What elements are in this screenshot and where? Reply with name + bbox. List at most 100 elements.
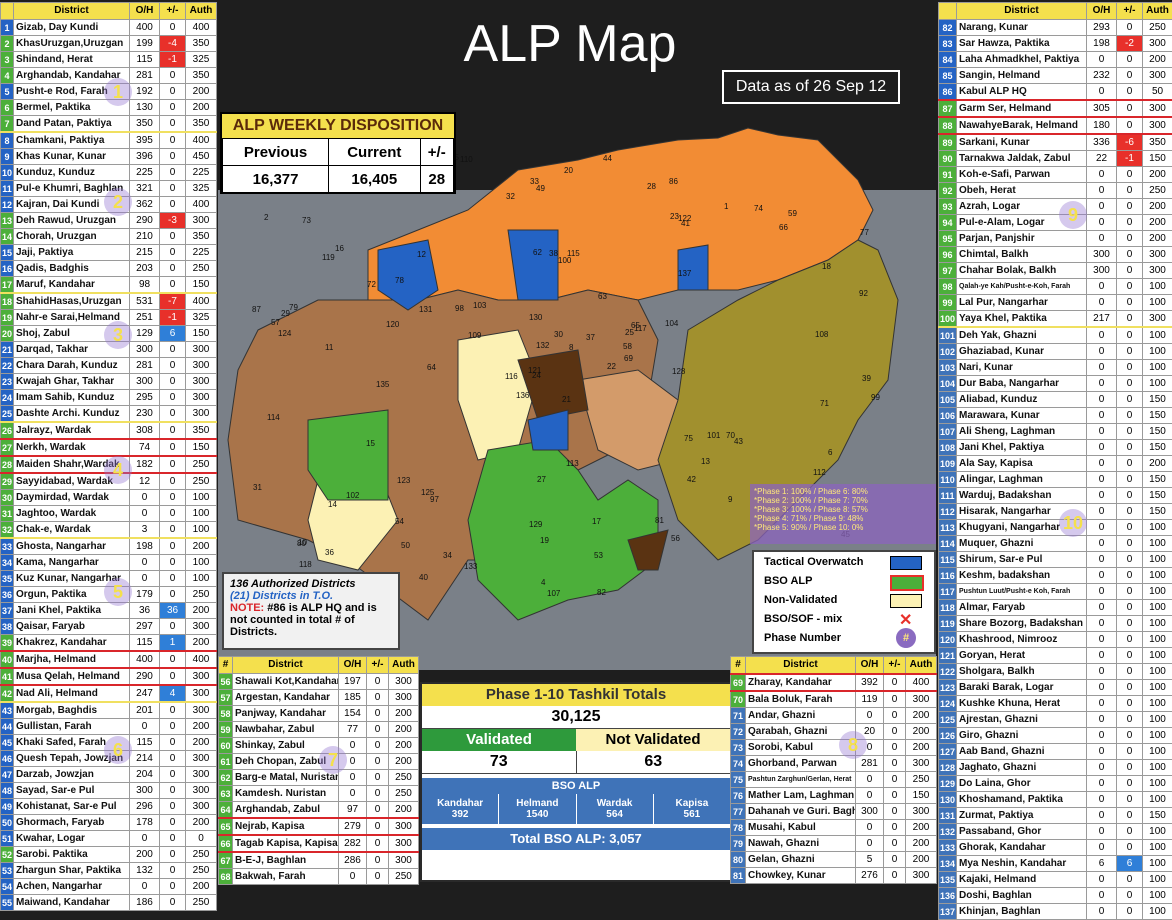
- district-name: Aab Band, Ghazni: [957, 744, 1087, 760]
- change-value: 0: [160, 571, 186, 587]
- district-name: NawahyeBarak, Helmand: [957, 117, 1087, 134]
- map-district-label: 54: [395, 517, 404, 526]
- map-district-label: 23: [670, 212, 679, 221]
- authorized-value: 250: [186, 587, 217, 603]
- table-row: 31Jaghtoo, Wardak00100: [1, 506, 217, 522]
- table-row: 127Aab Band, Ghazni00100: [939, 744, 1172, 760]
- change-value: 0: [1117, 327, 1143, 344]
- table-row: 26Jalrayz, Wardak3080350: [1, 422, 217, 439]
- district-number: 127: [939, 744, 957, 760]
- region-west-green: [308, 410, 388, 500]
- district-number: 67: [219, 852, 233, 869]
- on-hand-value: 281: [130, 358, 160, 374]
- authorized-value: 250: [1143, 183, 1172, 199]
- on-hand-value: 0: [856, 820, 884, 836]
- change-value: 0: [367, 770, 389, 786]
- district-name: Chahar Bolak, Balkh: [957, 263, 1087, 279]
- table-row: 90Tarnakwa Jaldak, Zabul22-1150: [939, 151, 1172, 167]
- on-hand-value: 0: [1087, 600, 1117, 616]
- district-name: Share Bozorg, Badakshan: [957, 616, 1087, 632]
- district-name: Do Laina, Ghor: [957, 776, 1087, 792]
- change-value: 0: [160, 538, 186, 555]
- not-validated-label: Not Validated: [576, 729, 730, 751]
- change-value: 0: [1117, 824, 1143, 840]
- authorized-value: 200: [186, 719, 217, 735]
- on-hand-value: 295: [130, 390, 160, 406]
- change-value: 0: [160, 506, 186, 522]
- change-value: 0: [160, 799, 186, 815]
- district-number: 107: [939, 424, 957, 440]
- on-hand-value: 396: [130, 149, 160, 165]
- district-number: 3: [1, 52, 14, 68]
- table-row: 123Baraki Barak, Logar00100: [939, 680, 1172, 696]
- authorized-value: 150: [1143, 488, 1172, 504]
- authorized-value: 150: [186, 326, 217, 342]
- on-hand-value: 531: [130, 293, 160, 310]
- table-row: 57Argestan, Kandahar1850300: [219, 690, 419, 706]
- change-value: 0: [1117, 84, 1143, 101]
- district-name: Qarabah, Ghazni: [746, 724, 856, 740]
- change-value: 0: [160, 473, 186, 490]
- province-value: 392: [422, 809, 498, 820]
- change-value: 0: [1117, 696, 1143, 712]
- authorized-value: 300: [1143, 247, 1172, 263]
- table-row: 95Parjan, Panjshir00200: [939, 231, 1172, 247]
- district-name: Chara Darah, Kunduz: [14, 358, 130, 374]
- table-row: 40Marjha, Helmand4000400: [1, 651, 217, 668]
- on-hand-value: 0: [1087, 440, 1117, 456]
- change-value: 0: [160, 522, 186, 539]
- on-hand-value: 0: [1087, 52, 1117, 68]
- authorized-value: 350: [186, 116, 217, 133]
- table-row: 73Sorobi, Kabul00200: [731, 740, 937, 756]
- table-row: 53Zhargun Shar, Paktika1320250: [1, 863, 217, 879]
- authorized-value: 300: [906, 691, 937, 708]
- on-hand-value: 197: [339, 674, 367, 690]
- district-name: Kabul ALP HQ: [957, 84, 1087, 101]
- change-value: 0: [367, 690, 389, 706]
- table-row: 60Shinkay, Zabul00200: [219, 738, 419, 754]
- authorized-value: 400: [186, 197, 217, 213]
- change-value: 0: [367, 802, 389, 819]
- delta-label: +/-: [420, 139, 454, 166]
- change-value: 0: [1117, 520, 1143, 536]
- change-value: 0: [160, 132, 186, 149]
- on-hand-value: 300: [130, 374, 160, 390]
- change-value: 0: [1117, 904, 1143, 920]
- note-label: NOTE:: [230, 602, 264, 614]
- page-title: ALP Map: [420, 14, 720, 74]
- on-hand-value: 182: [130, 456, 160, 473]
- table-row: 2KhasUruzgan,Uruzgan199-4350: [1, 36, 217, 52]
- map-district-label: 113: [566, 459, 579, 468]
- district-number: 102: [939, 344, 957, 360]
- change-value: 0: [367, 754, 389, 770]
- map-district-label: 33: [530, 177, 539, 186]
- weekly-disposition-box: ALP WEEKLY DISPOSITION PreviousCurrent+/…: [220, 112, 456, 194]
- on-hand-value: 200: [130, 847, 160, 863]
- on-hand-value: 0: [1087, 456, 1117, 472]
- district-name: Nerkh, Wardak: [14, 439, 130, 456]
- district-number: 21: [1, 342, 14, 358]
- district-number: 124: [939, 696, 957, 712]
- phase-number-marker: 8: [839, 731, 867, 759]
- authorized-value: 200: [186, 635, 217, 652]
- authorized-value: 150: [1143, 408, 1172, 424]
- table-row: 126Giro, Ghazni00100: [939, 728, 1172, 744]
- authorized-value: 325: [186, 181, 217, 197]
- change-value: 0: [884, 852, 906, 868]
- district-number: 45: [1, 735, 14, 751]
- map-district-label: 19: [540, 536, 549, 545]
- authorized-value: 100: [1143, 376, 1172, 392]
- table-row: 23Kwajah Ghar, Takhar3000300: [1, 374, 217, 390]
- table-row: 125Ajrestan, Ghazni00100: [939, 712, 1172, 728]
- phase-number-marker: 3: [104, 321, 132, 349]
- map-district-label: 37: [586, 333, 595, 342]
- change-value: 0: [160, 651, 186, 668]
- authorized-value: 325: [186, 52, 217, 68]
- authorized-value: 400: [186, 651, 217, 668]
- district-number: 22: [1, 358, 14, 374]
- map-district-label: 133: [464, 562, 478, 571]
- col-district: District: [746, 657, 856, 675]
- map-district-label: 13: [701, 457, 710, 466]
- table-row: 1Gizab, Day Kundi4000400: [1, 20, 217, 36]
- on-hand-value: 232: [1087, 68, 1117, 84]
